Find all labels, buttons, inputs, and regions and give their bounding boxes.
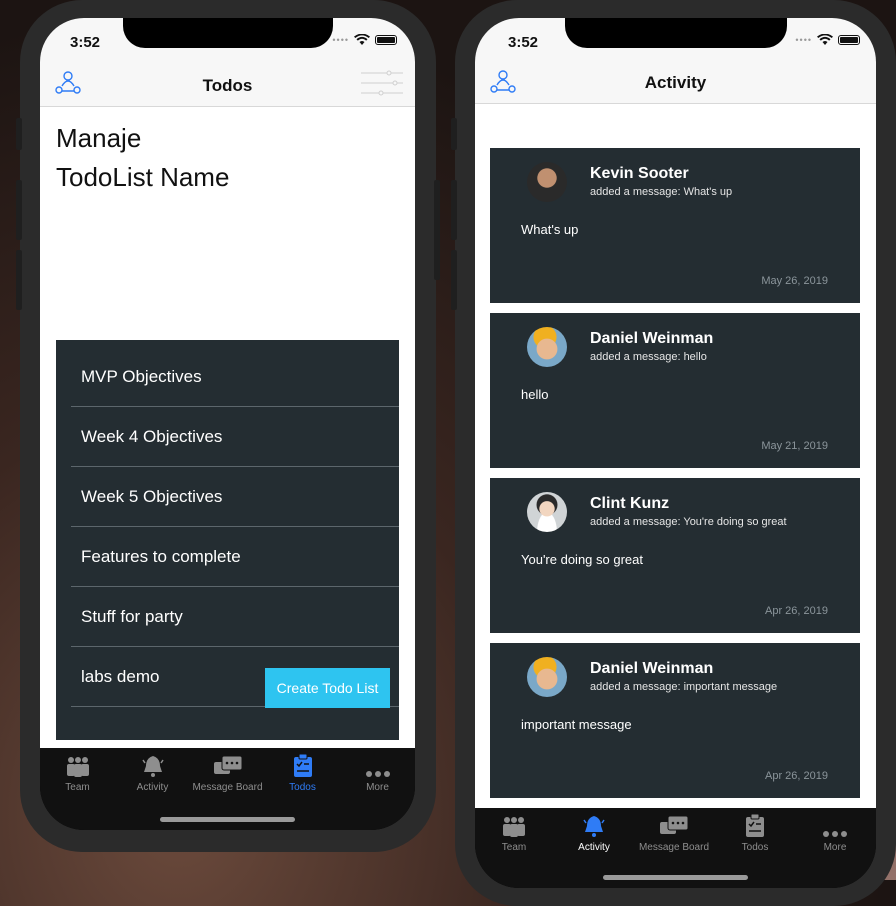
- wifi-icon: [817, 34, 833, 45]
- filter-sliders-icon[interactable]: [361, 68, 403, 98]
- nav-title: Todos: [202, 76, 253, 95]
- home-indicator[interactable]: [603, 875, 748, 880]
- create-todo-list-button[interactable]: Create Todo List: [265, 668, 390, 708]
- tab-label: Team: [65, 782, 90, 793]
- activity-message: important message: [521, 717, 632, 732]
- status-time: 3:52: [70, 34, 101, 51]
- kevin-avatar: [527, 162, 567, 202]
- battery-icon: [838, 35, 860, 45]
- navigation-bar: Todos: [40, 62, 415, 107]
- status-bar: 3:52 ••••: [475, 18, 876, 62]
- tab-label: Message Board: [638, 842, 710, 853]
- activity-feed: Kevin Sooter added a message: What's up …: [475, 104, 876, 808]
- navigation-bar: Activity: [475, 62, 876, 104]
- status-icons: ••••: [332, 34, 397, 46]
- tab-team[interactable]: Team: [475, 814, 553, 853]
- tab-label: Todos: [741, 842, 769, 853]
- activity-card[interactable]: Kevin Sooter added a message: What's up …: [490, 148, 860, 303]
- bell-icon: [141, 756, 164, 777]
- status-time: 3:52: [508, 34, 539, 51]
- tab-team[interactable]: Team: [40, 754, 115, 793]
- activity-date: May 26, 2019: [761, 275, 828, 287]
- volume-down-button: [451, 250, 457, 310]
- todo-list-item[interactable]: Week 4 Objectives: [71, 407, 399, 467]
- activity-card[interactable]: Clint Kunz added a message: You're doing…: [490, 478, 860, 633]
- tab-todos[interactable]: Todos: [265, 754, 340, 793]
- tab-bar: Team Activity Message Board Todos More: [475, 808, 876, 888]
- tab-label: Team: [501, 842, 527, 853]
- activity-action: added a message: hello: [590, 351, 707, 363]
- list-heading-line1: Manaje: [56, 123, 142, 153]
- wifi-icon: [354, 34, 370, 45]
- screen-todos: 3:52 •••• Todos Manaje TodoList Name MVP…: [40, 18, 415, 830]
- activity-date: Apr 26, 2019: [765, 605, 828, 617]
- activity-message: hello: [521, 387, 549, 402]
- todos-icon: [293, 754, 312, 777]
- battery-icon: [375, 35, 397, 45]
- activity-date: May 21, 2019: [761, 440, 828, 452]
- tab-label: Activity: [578, 842, 610, 853]
- tab-message-board[interactable]: Message Board: [190, 754, 265, 793]
- todos-content: Manaje TodoList Name MVP Objectives Week…: [40, 107, 415, 748]
- volume-down-button: [16, 250, 22, 310]
- todo-list-item[interactable]: Week 5 Objectives: [71, 467, 399, 527]
- activity-date: Apr 26, 2019: [765, 770, 828, 782]
- todos-icon: [746, 814, 764, 837]
- message-board-icon: [660, 816, 688, 834]
- home-indicator[interactable]: [160, 817, 295, 822]
- activity-author: Kevin Sooter: [590, 165, 689, 182]
- tab-label: More: [823, 842, 847, 853]
- activity-author: Daniel Weinman: [590, 330, 714, 347]
- activity-message: You're doing so great: [521, 552, 643, 567]
- tab-more[interactable]: More: [795, 814, 875, 853]
- tab-todos[interactable]: Todos: [715, 814, 795, 853]
- tab-activity[interactable]: Activity: [553, 814, 635, 853]
- volume-up-button: [451, 180, 457, 240]
- activity-action: added a message: What's up: [590, 186, 733, 198]
- tab-more[interactable]: More: [340, 754, 415, 793]
- screen-activity: 3:52 •••• Activity Kevin Sooter added a …: [475, 18, 876, 888]
- activity-message: What's up: [521, 222, 579, 237]
- activity-action: added a message: You're doing so great: [590, 516, 787, 528]
- status-bar: 3:52 ••••: [40, 18, 415, 62]
- activity-action: added a message: important message: [590, 681, 778, 693]
- todo-list-item[interactable]: Stuff for party: [71, 587, 399, 647]
- notch: [123, 18, 333, 48]
- todo-list-item[interactable]: MVP Objectives: [71, 347, 399, 407]
- status-icons: ••••: [795, 34, 860, 46]
- tab-message-board[interactable]: Message Board: [635, 814, 713, 853]
- power-button: [434, 180, 440, 280]
- team-icon: [503, 817, 525, 837]
- signal-icon: ••••: [332, 35, 349, 45]
- phone-activity: 3:52 •••• Activity Kevin Sooter added a …: [451, 0, 896, 906]
- notch: [565, 18, 787, 48]
- activity-card[interactable]: Daniel Weinman added a message: importan…: [490, 643, 860, 798]
- message-board-icon: [213, 756, 242, 774]
- volume-up-button: [16, 180, 22, 240]
- tab-activity[interactable]: Activity: [115, 754, 190, 793]
- tab-label: Activity: [136, 782, 169, 793]
- nav-title: Activity: [644, 73, 707, 92]
- activity-card[interactable]: Daniel Weinman added a message: hello he…: [490, 313, 860, 468]
- daniel-avatar: [527, 327, 567, 367]
- activity-author: Daniel Weinman: [590, 660, 714, 677]
- todo-list-item[interactable]: Features to complete: [71, 527, 399, 587]
- mute-switch: [451, 118, 457, 150]
- signal-icon: ••••: [795, 35, 812, 45]
- todo-list-panel: MVP Objectives Week 4 Objectives Week 5 …: [56, 340, 399, 740]
- tab-label: More: [366, 782, 389, 793]
- list-heading-line2: TodoList Name: [56, 162, 230, 192]
- phone-todos: 3:52 •••• Todos Manaje TodoList Name MVP…: [16, 0, 440, 852]
- tab-label: Message Board: [192, 782, 263, 793]
- bell-icon: [583, 816, 605, 837]
- activity-author: Clint Kunz: [590, 495, 670, 512]
- team-icon: [66, 757, 89, 777]
- tab-bar: Team Activity Message Board Todos More: [40, 748, 415, 830]
- mute-switch: [16, 118, 22, 150]
- tab-label: Todos: [289, 782, 316, 793]
- daniel-avatar: [527, 657, 567, 697]
- more-icon: [823, 831, 847, 837]
- default-avatar: [527, 492, 567, 532]
- more-icon: [365, 771, 390, 777]
